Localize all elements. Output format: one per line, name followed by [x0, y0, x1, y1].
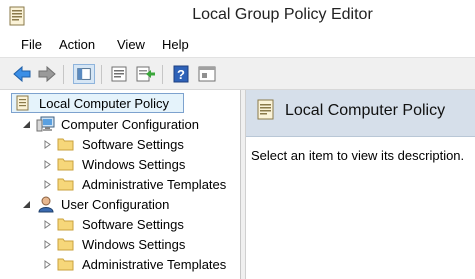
tree-item-label: Computer Configuration — [61, 117, 200, 132]
tree-item-windows-settings[interactable]: Windows Settings — [8, 154, 240, 174]
folder-icon — [57, 218, 74, 231]
console-tree: Local Computer Policy Computer Configura… — [8, 90, 241, 279]
expanded-arrow-icon[interactable] — [22, 200, 31, 209]
tree-item-label: Administrative Templates — [82, 257, 227, 272]
result-pane-header: Local Computer Policy — [246, 90, 475, 137]
forward-arrow-icon[interactable] — [36, 64, 58, 84]
tree-item-software-settings[interactable]: Software Settings — [8, 134, 240, 154]
tree-item-label: Windows Settings — [82, 237, 186, 252]
collapsed-arrow-icon[interactable] — [43, 160, 52, 169]
window-title: Local Group Policy Editor — [192, 6, 373, 23]
folder-icon — [57, 158, 74, 171]
folder-icon — [57, 258, 74, 271]
tree-item-label: Software Settings — [82, 217, 184, 232]
title-bar: Local Group Policy Editor — [0, 0, 475, 33]
tree-item-label: User Configuration — [61, 197, 170, 212]
show-hide-tree-icon[interactable] — [73, 64, 95, 84]
user-icon — [38, 196, 54, 213]
description-text: Select an item to view its description. — [251, 148, 465, 163]
toolbar: ? — [0, 57, 475, 90]
tree-item-label: Software Settings — [82, 137, 184, 152]
tree-item-administrative-templates[interactable]: Administrative Templates — [8, 174, 240, 194]
tree-item-label: Local Computer Policy — [39, 96, 170, 111]
policy-document-icon — [16, 95, 29, 111]
tree-item-local-computer-policy[interactable]: Local Computer Policy — [8, 90, 240, 113]
tree-item-windows-settings[interactable]: Windows Settings — [8, 234, 240, 254]
result-pane: Local Computer Policy Select an item to … — [246, 90, 475, 279]
menu-file[interactable]: File — [21, 37, 42, 52]
collapsed-arrow-icon[interactable] — [43, 140, 52, 149]
tree-item-label: Windows Settings — [82, 157, 186, 172]
menu-action[interactable]: Action — [59, 37, 95, 52]
computer-icon — [36, 116, 55, 132]
back-arrow-icon[interactable] — [11, 64, 33, 84]
toolbar-separator — [101, 65, 102, 84]
view-icon[interactable] — [196, 64, 218, 84]
tree-item-software-settings[interactable]: Software Settings — [8, 214, 240, 234]
collapsed-arrow-icon[interactable] — [43, 260, 52, 269]
folder-icon — [57, 138, 74, 151]
menu-help[interactable]: Help — [162, 37, 189, 52]
folder-icon — [57, 238, 74, 251]
help-icon[interactable]: ? — [170, 64, 192, 84]
menu-view[interactable]: View — [117, 37, 145, 52]
svg-text:?: ? — [177, 67, 185, 82]
export-list-icon[interactable] — [134, 64, 156, 84]
result-pane-title: Local Computer Policy — [285, 102, 446, 119]
collapsed-arrow-icon[interactable] — [43, 220, 52, 229]
toolbar-separator — [63, 65, 64, 84]
properties-icon[interactable] — [108, 64, 130, 84]
menu-bar: File Action View Help — [0, 33, 475, 57]
collapsed-arrow-icon[interactable] — [43, 240, 52, 249]
expanded-arrow-icon[interactable] — [22, 120, 31, 129]
collapsed-arrow-icon[interactable] — [43, 180, 52, 189]
tree-item-administrative-templates[interactable]: Administrative Templates — [8, 254, 240, 274]
toolbar-separator — [162, 65, 163, 84]
tree-item-label: Administrative Templates — [82, 177, 227, 192]
tree-item-user-configuration[interactable]: User Configuration — [8, 194, 240, 214]
policy-document-icon — [257, 99, 274, 120]
folder-icon — [57, 178, 74, 191]
tree-item-computer-configuration[interactable]: Computer Configuration — [8, 114, 240, 134]
